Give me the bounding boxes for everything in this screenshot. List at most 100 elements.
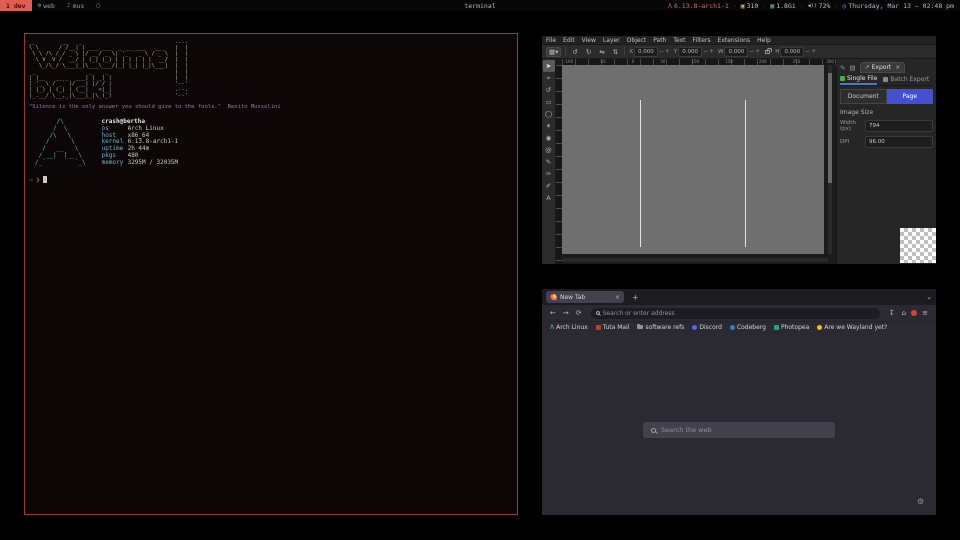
updates-module: ▣ 310 [741,2,759,10]
menu-edit[interactable]: Edit [563,37,575,44]
document-page[interactable] [562,65,824,254]
export-scope-buttons: Document Page [840,89,933,104]
decrement-button[interactable]: − [659,48,664,55]
url-input[interactable] [603,310,875,317]
ascii-banner: __ __ _ .... \ \ / /__| | ___ ___ _ __ _… [29,39,513,99]
search-icon [651,428,656,433]
rotate-ccw-icon[interactable]: ↺ [570,48,579,56]
menu-icon[interactable]: ≡ [920,309,930,317]
decrement-button[interactable]: − [749,48,754,55]
bookmark-arch-linux[interactable]: Λ Arch Linux [550,324,588,331]
star-tool[interactable]: ✶ [543,120,555,132]
menu-text[interactable]: Text [673,37,685,44]
workspace-tag-empty[interactable]: ▢ [90,0,106,11]
discord-icon [692,325,697,330]
node-tool[interactable]: ⌖ [543,72,555,84]
home-icon[interactable]: ⌂ [900,309,908,317]
workspace-tag-web[interactable]: ⚙ web [32,0,61,11]
bookmark-are-we-wayland-yet[interactable]: Are we Wayland yet? [817,324,887,331]
vertical-guide[interactable] [745,100,746,247]
w-input[interactable]: 0.000 [724,47,748,57]
tab-single-file[interactable]: Single File [840,74,877,85]
increment-button[interactable]: + [811,48,816,55]
scrollbar-thumb[interactable] [828,73,832,183]
increment-button[interactable]: + [665,48,670,55]
bookmarks-bar: Λ Arch Linux Tuta Mail software refs Dis… [542,321,936,332]
menu-help[interactable]: Help [757,37,771,44]
shell-prompt[interactable]: ~ ❯ [29,176,513,184]
close-icon[interactable]: × [895,64,900,71]
reload-button[interactable]: ⟳ [574,309,584,317]
menu-extensions[interactable]: Extensions [718,37,751,44]
tab-batch-export[interactable]: Batch Export [883,74,929,85]
increment-button[interactable]: + [755,48,760,55]
bookmark-photopea[interactable]: Photopea [774,324,809,331]
newtab-settings-gear-icon[interactable]: ⚙ [917,497,924,506]
selector-tool[interactable]: ➤ [543,60,555,72]
workspace-tags: 1 dev ⚙ web ♪ mus ▢ [0,0,106,11]
newtab-search-bar[interactable] [643,422,835,438]
vertical-guide[interactable] [640,100,641,247]
tab-list-chevron-icon[interactable]: ⌄ [926,293,932,301]
bookmark-tuta-mail[interactable]: Tuta Mail [596,324,630,331]
layers-icon[interactable]: ▤ [849,64,855,72]
text-tool[interactable]: A [543,192,555,204]
menu-layer[interactable]: Layer [603,37,620,44]
newtab-search-input[interactable] [661,426,827,434]
selection-mode-dropdown[interactable]: ▦▾ [546,47,561,57]
forward-button[interactable]: → [561,309,571,317]
menu-object[interactable]: Object [627,37,647,44]
rotate-cw-icon[interactable]: ↻ [584,48,593,56]
decrement-button[interactable]: − [703,48,708,55]
export-dialog-tab[interactable]: ↗ Export × [860,62,906,73]
rectangle-tool[interactable]: ▭ [543,96,555,108]
pen-tool[interactable]: ✑ [543,168,555,180]
new-tab-button[interactable]: + [632,293,639,302]
new-tab-page: ⚙ [542,332,936,515]
memory-usage: 1.8Gi [776,2,796,10]
close-tab-icon[interactable]: × [615,294,620,301]
pencil-icon[interactable]: ✎ [840,64,845,72]
calligraphy-tool[interactable]: ✐ [543,180,555,192]
menu-filters[interactable]: Filters [693,37,711,44]
url-bar[interactable] [591,308,880,319]
inkscape-menubar: File Edit View Layer Object Path Text Fi… [542,36,936,45]
pencil-tool[interactable]: ✎ [543,156,555,168]
width-input[interactable] [865,120,933,132]
y-input[interactable]: 0.000 [678,47,702,57]
browser-window[interactable]: New Tab × + ⌄ ← → ⟳ ↧ ⌂ ≡ Λ Arch Linux [542,289,936,515]
adblock-extension-icon[interactable] [911,310,917,316]
back-button[interactable]: ← [548,309,558,317]
workspace-tag-mus[interactable]: ♪ mus [61,0,90,11]
menu-file[interactable]: File [546,37,556,44]
bookmark-folder-software-refs[interactable]: software refs [637,324,684,331]
flip-vertical-icon[interactable]: ⇅ [611,48,620,56]
x-input[interactable]: 0.000 [634,47,658,57]
decrement-button[interactable]: − [805,48,810,55]
horizontal-scrollbar[interactable] [562,258,828,262]
flip-horizontal-icon[interactable]: ⇋ [597,48,606,56]
fetch-row: memory 3295M / 32035M [102,160,179,167]
terminal-window[interactable]: __ __ _ .... \ \ / /__| | ___ ___ _ __ _… [24,33,518,515]
menu-path[interactable]: Path [653,37,666,44]
downloads-icon[interactable]: ↧ [887,309,897,317]
spiral-tool[interactable]: @ [543,144,555,156]
workspace-tag-dev[interactable]: 1 dev [0,0,32,11]
shape-builder-tool[interactable]: ↺ [543,84,555,96]
canvas-area[interactable]: -100 -50 0 50 100 150 200 250 300 [556,59,836,264]
document-button[interactable]: Document [840,89,887,104]
ellipse-tool[interactable]: ◯ [543,108,555,120]
menu-view[interactable]: View [582,37,596,44]
h-input[interactable]: 0.000 [780,47,804,57]
dpi-input[interactable] [865,136,933,148]
lock-ratio-icon[interactable] [765,50,770,54]
toolbar-separator [624,47,625,56]
bookmark-codeberg[interactable]: Codeberg [730,324,766,331]
tab-new-tab[interactable]: New Tab × [546,291,624,303]
inkscape-window[interactable]: File Edit View Layer Object Path Text Fi… [542,36,936,264]
increment-button[interactable]: + [709,48,714,55]
bookmark-discord[interactable]: Discord [692,324,722,331]
vertical-scrollbar[interactable] [828,65,832,254]
page-button[interactable]: Page [887,89,934,104]
3dbox-tool[interactable]: ◉ [543,132,555,144]
